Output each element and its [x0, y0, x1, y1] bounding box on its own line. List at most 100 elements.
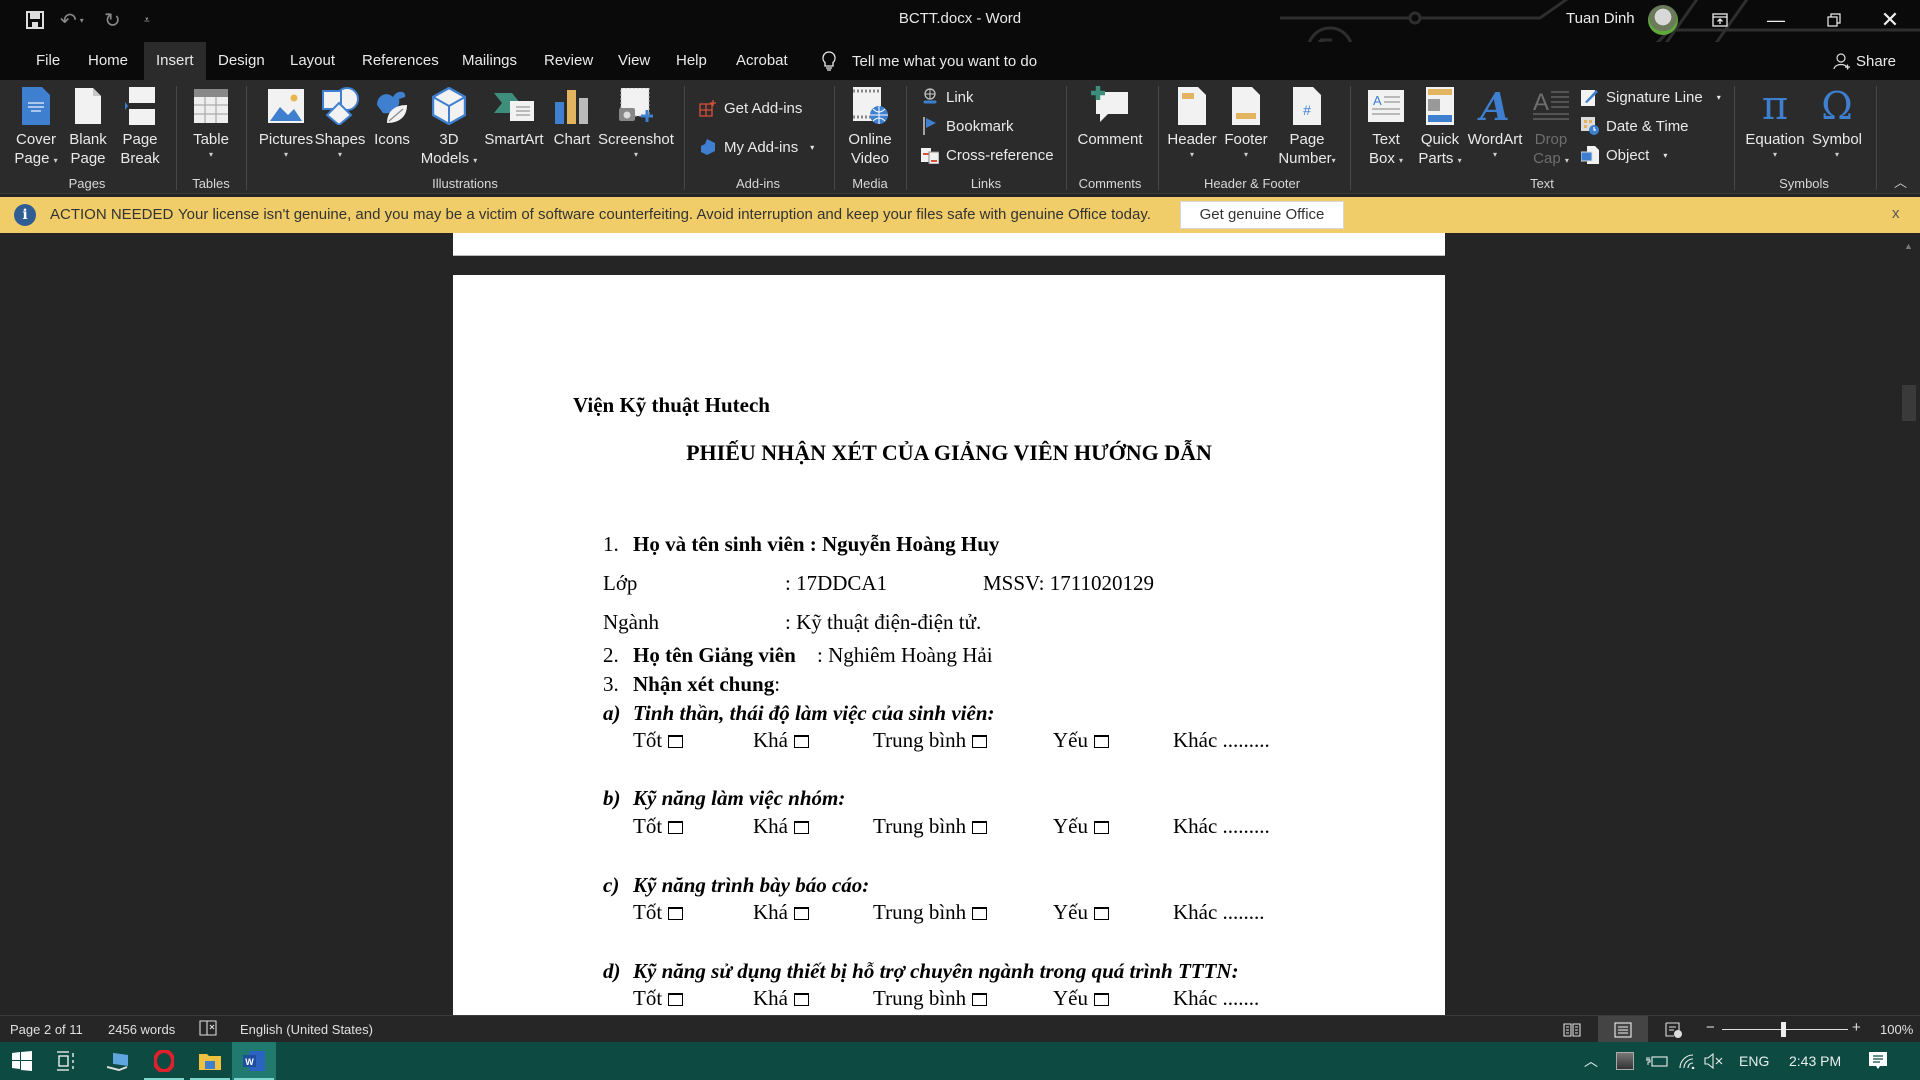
customize-qat-button[interactable]: ⩡ — [144, 8, 150, 32]
rating-option[interactable]: Khá — [753, 728, 809, 753]
comment-button[interactable]: Comment — [1074, 86, 1146, 149]
link-button[interactable]: Link — [920, 85, 974, 109]
page-count[interactable]: Page 2 of 11 — [10, 1022, 83, 1037]
cover-page-button[interactable]: Cover Page ▾ — [10, 86, 62, 168]
rating-option[interactable]: Tốt — [633, 900, 684, 925]
web-layout-button[interactable] — [1649, 1016, 1699, 1043]
get-add-ins-button[interactable]: Get Add-ins — [698, 96, 802, 120]
rating-option[interactable]: Khá — [753, 900, 809, 925]
checkbox-icon[interactable] — [794, 735, 809, 748]
read-mode-button[interactable] — [1547, 1016, 1597, 1043]
rating-option[interactable]: Khá — [753, 986, 809, 1011]
tab-design[interactable]: Design — [206, 42, 277, 80]
start-button[interactable] — [0, 1042, 44, 1080]
checkbox-icon[interactable] — [1094, 907, 1109, 920]
tab-references[interactable]: References — [350, 42, 451, 80]
zoom-level[interactable]: 100% — [1880, 1022, 1913, 1037]
screenshot-button[interactable]: Screenshot ▾ — [598, 86, 674, 161]
page-break-button[interactable]: Page Break — [116, 86, 164, 168]
taskbar-app-opera[interactable] — [142, 1042, 186, 1080]
checkbox-icon[interactable] — [1094, 735, 1109, 748]
page-number-button[interactable]: # Page Number▾ — [1274, 86, 1340, 168]
3d-models-button[interactable]: 3D Models ▾ — [418, 86, 480, 168]
close-message-bar-button[interactable]: x — [1892, 205, 1900, 222]
checkbox-icon[interactable] — [1094, 821, 1109, 834]
checkbox-icon[interactable] — [794, 821, 809, 834]
rating-option[interactable]: Trung bình — [873, 900, 988, 925]
input-language-indicator[interactable]: ENG — [1739, 1042, 1769, 1080]
get-genuine-office-button[interactable]: Get genuine Office — [1180, 201, 1344, 229]
checkbox-icon[interactable] — [794, 907, 809, 920]
zoom-slider-thumb[interactable] — [1781, 1022, 1786, 1037]
header-button[interactable]: Header ▾ — [1164, 86, 1220, 161]
tab-review[interactable]: Review — [532, 42, 605, 80]
rating-option[interactable]: Trung bình — [873, 728, 988, 753]
restore-button[interactable] — [1806, 0, 1862, 40]
checkbox-icon[interactable] — [794, 993, 809, 1006]
wordart-button[interactable]: A WordArt ▾ — [1466, 84, 1524, 161]
object-button[interactable]: Object ▾ — [1580, 143, 1667, 167]
clock[interactable]: 2:43 PM — [1789, 1042, 1841, 1080]
checkbox-icon[interactable] — [972, 993, 988, 1006]
smartart-button[interactable]: SmartArt — [482, 86, 546, 149]
taskbar-app-computer[interactable] — [96, 1042, 140, 1080]
text-box-button[interactable]: A Text Box ▾ — [1362, 86, 1410, 168]
previous-page[interactable] — [453, 233, 1445, 256]
zoom-out-button[interactable]: − — [1706, 1019, 1715, 1036]
pictures-button[interactable]: Pictures ▾ — [256, 86, 316, 161]
redo-button[interactable]: ↻ — [104, 8, 121, 32]
undo-button[interactable]: ↶ ▾ — [60, 8, 84, 32]
table-button[interactable]: Table ▾ — [186, 86, 236, 161]
wifi-icon[interactable] — [1678, 1042, 1696, 1080]
zoom-in-button[interactable]: + — [1852, 1019, 1861, 1036]
tab-home[interactable]: Home — [76, 42, 140, 80]
tab-layout[interactable]: Layout — [278, 42, 347, 80]
taskbar-app-file-explorer[interactable] — [188, 1042, 232, 1080]
checkbox-icon[interactable] — [1094, 993, 1109, 1006]
checkbox-icon[interactable] — [668, 821, 684, 834]
rating-option[interactable]: Trung bình — [873, 814, 988, 839]
scrollbar-thumb[interactable] — [1902, 385, 1916, 421]
vertical-scrollbar[interactable]: ▲ — [1898, 233, 1920, 1015]
tab-view[interactable]: View — [606, 42, 662, 80]
collapse-ribbon-button[interactable]: ︿ — [1894, 172, 1907, 191]
quick-parts-button[interactable]: Quick Parts ▾ — [1414, 86, 1466, 168]
blank-page-button[interactable]: Blank Page — [66, 86, 110, 168]
online-video-button[interactable]: Online Video — [842, 86, 898, 168]
my-add-ins-button[interactable]: My Add-ins ▾ — [698, 135, 814, 159]
tab-file[interactable]: File — [24, 42, 72, 80]
rating-option[interactable]: Tốt — [633, 986, 684, 1011]
cross-reference-button[interactable]: Cross-reference — [920, 143, 1054, 167]
minimize-button[interactable]: — — [1748, 0, 1804, 40]
save-button[interactable] — [26, 8, 44, 32]
signature-line-button[interactable]: Signature Line ▾ — [1580, 85, 1721, 109]
bookmark-button[interactable]: Bookmark — [920, 114, 1014, 138]
print-layout-button[interactable] — [1598, 1016, 1648, 1043]
date-time-button[interactable]: Date & Time — [1580, 114, 1689, 138]
proofing-button[interactable] — [199, 1020, 217, 1039]
symbol-button[interactable]: Ω Symbol ▾ — [1808, 84, 1866, 161]
battery-icon[interactable] — [1646, 1042, 1668, 1080]
rating-option[interactable]: Trung bình — [873, 986, 988, 1011]
tab-mailings[interactable]: Mailings — [450, 42, 529, 80]
rating-option[interactable]: Tốt — [633, 814, 684, 839]
word-count[interactable]: 2456 words — [108, 1022, 175, 1037]
rating-option[interactable]: Yếu — [1053, 986, 1109, 1011]
language-indicator[interactable]: English (United States) — [240, 1022, 373, 1037]
icons-button[interactable]: Icons — [368, 86, 416, 149]
tab-acrobat[interactable]: Acrobat — [724, 42, 800, 80]
drop-cap-button[interactable]: A Drop Cap ▾ — [1526, 86, 1576, 168]
checkbox-icon[interactable] — [972, 821, 988, 834]
action-center-button[interactable] — [1868, 1042, 1888, 1080]
checkbox-icon[interactable] — [972, 735, 988, 748]
equation-button[interactable]: π Equation ▾ — [1742, 83, 1808, 161]
task-view-button[interactable] — [44, 1042, 88, 1080]
document-canvas[interactable]: Viện Kỹ thuật Hutech PHIẾU NHẬN XÉT CỦA … — [0, 233, 1920, 1015]
checkbox-icon[interactable] — [972, 907, 988, 920]
volume-muted-icon[interactable] — [1704, 1042, 1724, 1080]
user-name[interactable]: Tuan Dinh — [1566, 10, 1635, 27]
taskbar-app-word[interactable]: W — [232, 1042, 276, 1080]
checkbox-icon[interactable] — [668, 735, 684, 748]
rating-option[interactable]: Khá — [753, 814, 809, 839]
checkbox-icon[interactable] — [668, 907, 684, 920]
